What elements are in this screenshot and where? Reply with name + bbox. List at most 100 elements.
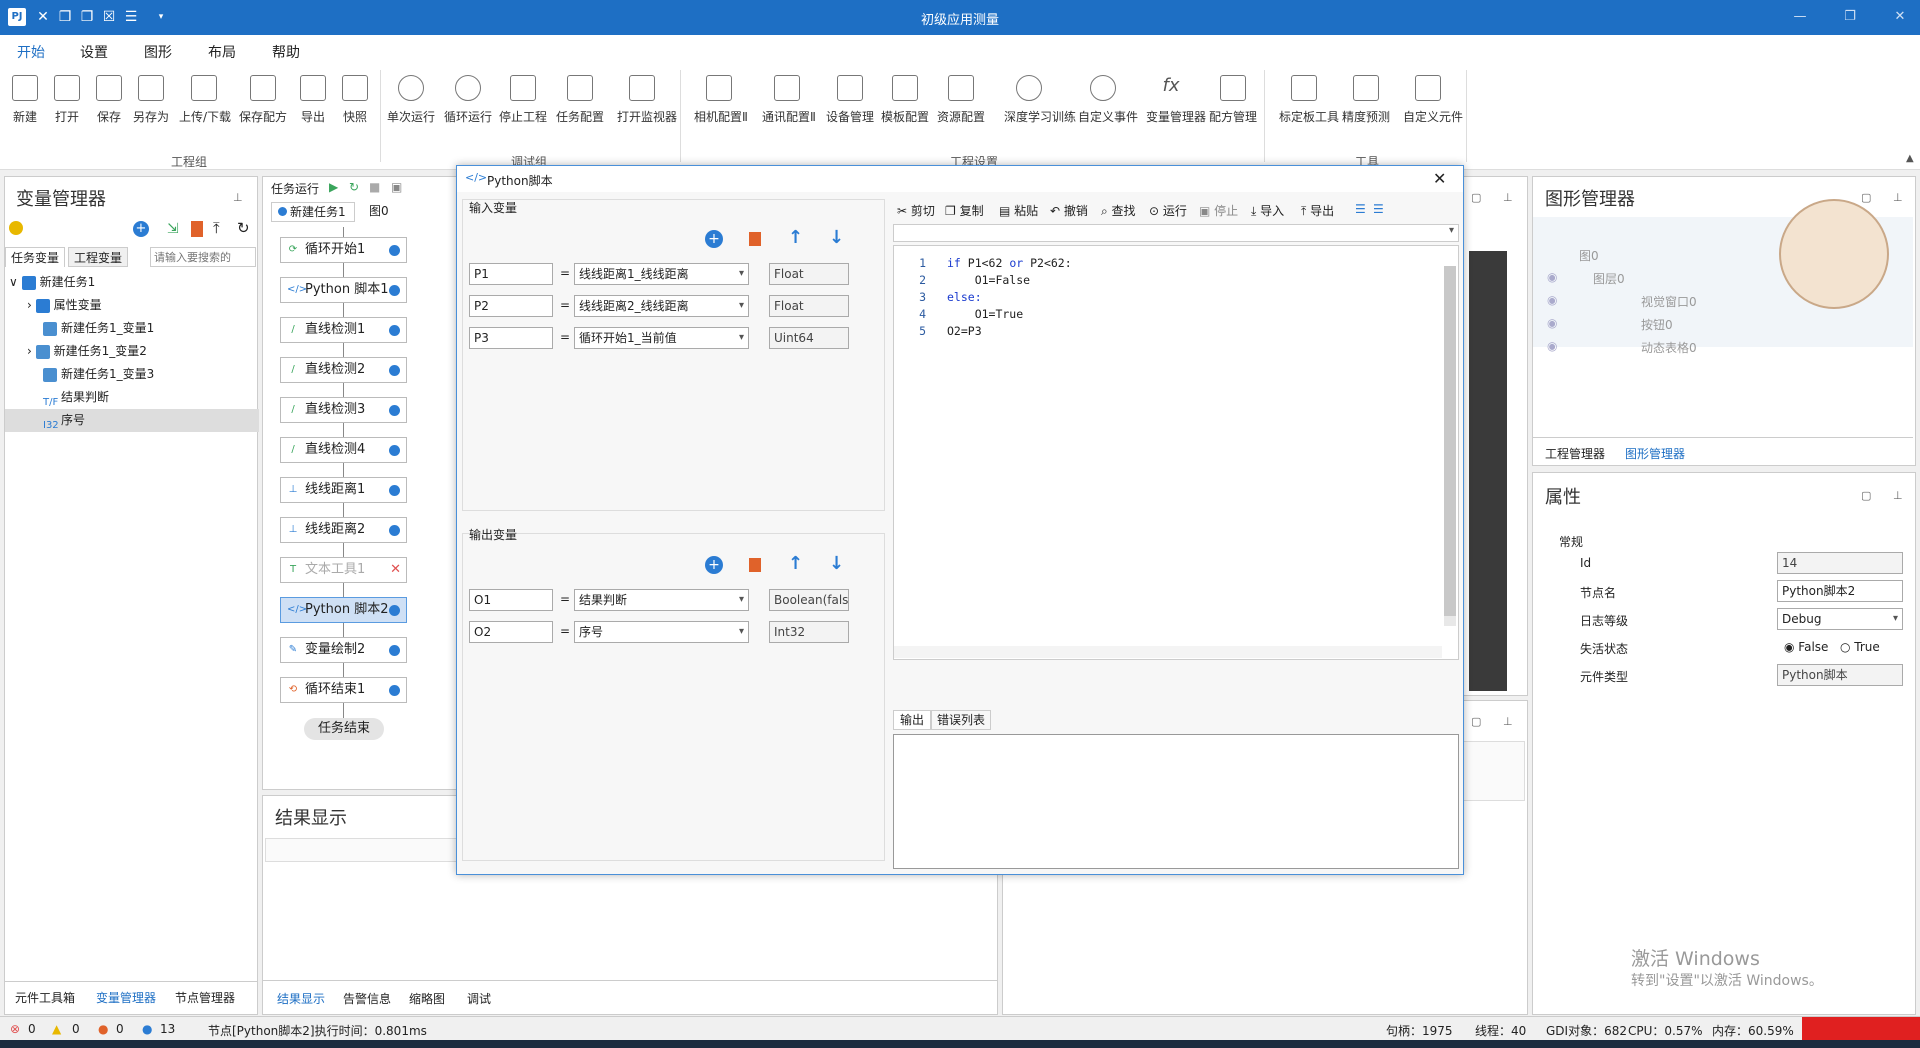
restore-icon[interactable]: ❐ <box>1835 6 1865 28</box>
add-icon[interactable]: + <box>133 221 149 237</box>
node-loop-start[interactable]: ⟳ 循环开始1 <box>280 237 407 263</box>
menu-help[interactable]: 帮助 <box>272 42 300 62</box>
upload-icon[interactable]: ⤒ <box>213 219 220 237</box>
close-icon[interactable]: ✕ <box>1885 6 1915 28</box>
prop-id-field[interactable]: 14 <box>1777 552 1903 574</box>
node-loop-end[interactable]: ⟲ 循环结束1 <box>280 677 407 703</box>
input-source-p2[interactable]: 线线距离2_线线距离 <box>574 295 749 317</box>
tab-graph0[interactable]: 图0 <box>363 202 393 222</box>
node-line2[interactable]: / 直线检测2 <box>280 357 407 383</box>
input-source-p1[interactable]: 线线距离1_线线距离 <box>574 263 749 285</box>
move-down-icon[interactable]: ↓ <box>829 553 844 574</box>
run-button[interactable]: ⊙ 运行 <box>1149 202 1187 219</box>
tree-item-var3[interactable]: 新建任务1_变量3 <box>5 363 259 386</box>
horizontal-scrollbar[interactable] <box>894 646 1442 658</box>
open-monitor-button[interactable]: 打开监视器 <box>617 75 677 125</box>
pin-icon[interactable]: ⊥ <box>1503 715 1513 728</box>
tab-node-manager[interactable]: 节点管理器 <box>175 989 235 1006</box>
move-up-icon[interactable]: ↑ <box>788 227 803 248</box>
device-manage-button[interactable]: 设备管理 <box>825 75 875 125</box>
snapshot-button[interactable]: 快照 <box>330 75 380 125</box>
graph-tree-2[interactable]: 视觉窗口0 <box>1641 293 1697 310</box>
tab-results[interactable]: 结果显示 <box>277 990 325 1007</box>
move-down-icon[interactable]: ↓ <box>829 227 844 248</box>
tab-task1[interactable]: 新建任务1 <box>271 202 355 222</box>
graph-tree-0[interactable]: 图0 <box>1579 247 1599 264</box>
tree-item-sequence[interactable]: I32 序号 <box>5 409 259 432</box>
node-dist2[interactable]: ⊥ 线线距离2 <box>280 517 407 543</box>
pin-icon[interactable]: ⊥ <box>233 191 243 204</box>
eye-icon[interactable]: ◉ <box>1547 293 1557 307</box>
collapse-ribbon-icon[interactable]: ▲ <box>1906 153 1914 164</box>
stop-project-button[interactable]: 停止工程 <box>498 75 548 125</box>
tab-error-list[interactable]: 错误列表 <box>931 710 991 730</box>
dialog-close-icon[interactable]: ✕ <box>1433 169 1446 188</box>
maximize-icon[interactable]: ▢ <box>1471 191 1481 204</box>
output-name-o1[interactable]: O1 <box>469 589 553 611</box>
output-target-o2[interactable]: 序号 <box>574 621 749 643</box>
minimize-icon[interactable]: — <box>1785 6 1815 28</box>
image-canvas[interactable] <box>1469 251 1507 691</box>
input-name-p3[interactable]: P3 <box>469 327 553 349</box>
node-python2[interactable]: </> Python 脚本2 <box>280 597 407 623</box>
history-icon[interactable]: ↻ <box>237 219 250 237</box>
save-recipe-button[interactable]: 保存配方 <box>238 75 288 125</box>
upload-download-button[interactable]: 上传/下载 <box>179 75 231 125</box>
recipe-manage-button[interactable]: 配方管理 <box>1208 75 1258 125</box>
radio-false[interactable]: ◉ False <box>1784 640 1828 654</box>
find-button[interactable]: ⌕ 查找 <box>1101 202 1136 219</box>
graph-tree-3[interactable]: 按钮0 <box>1641 316 1673 333</box>
menu-settings[interactable]: 设置 <box>80 42 108 62</box>
tab-graphics-manager[interactable]: 图形管理器 <box>1625 445 1685 462</box>
custom-event-button[interactable]: 自定义事件 <box>1078 75 1138 125</box>
calib-board-button[interactable]: 标定板工具 <box>1279 75 1339 125</box>
pin-icon[interactable]: ⊥ <box>1503 191 1513 204</box>
camera-config-button[interactable]: 相机配置Ⅱ <box>694 75 748 125</box>
tree-item-attr-vars[interactable]: › 属性变量 <box>5 294 259 317</box>
monitor-small-icon[interactable]: ▣ <box>391 180 402 194</box>
settings-icon[interactable] <box>9 221 23 235</box>
maximize-icon[interactable]: ▢ <box>1861 489 1871 502</box>
tree-item-var1[interactable]: 新建任务1_变量1 <box>5 317 259 340</box>
input-name-p2[interactable]: P2 <box>469 295 553 317</box>
delete-output-icon[interactable] <box>749 558 761 572</box>
pin-icon[interactable]: ⊥ <box>1893 191 1903 204</box>
loop-icon[interactable]: ↻ <box>349 180 359 194</box>
tab-thumbnails[interactable]: 缩略图 <box>409 990 445 1007</box>
eye-icon[interactable]: ◉ <box>1547 270 1557 284</box>
resource-config-button[interactable]: 资源配置 <box>936 75 986 125</box>
add-input-icon[interactable]: + <box>705 230 723 248</box>
tab-output[interactable]: 输出 <box>893 710 931 730</box>
tab-task-vars[interactable]: 任务变量 <box>5 247 65 267</box>
node-line1[interactable]: / 直线检测1 <box>280 317 407 343</box>
graph-tree-1[interactable]: 图层0 <box>1593 270 1625 287</box>
delete-icon[interactable] <box>191 221 203 237</box>
tree-item-var2[interactable]: › 新建任务1_变量2 <box>5 340 259 363</box>
eye-icon[interactable]: ◉ <box>1547 339 1557 353</box>
copy-button[interactable]: ❐ 复制 <box>945 202 984 219</box>
deep-learning-button[interactable]: 深度学习训练 <box>1004 75 1076 125</box>
input-name-p1[interactable]: P1 <box>469 263 553 285</box>
tab-var-manager[interactable]: 变量管理器 <box>96 989 156 1006</box>
cut-button[interactable]: ✂ 剪切 <box>897 202 935 219</box>
prop-type-field[interactable]: Python脚本 <box>1777 664 1903 686</box>
menu-start[interactable]: 开始 <box>17 42 45 67</box>
custom-component-button[interactable]: 自定义元件 <box>1403 75 1463 125</box>
tree-item-task[interactable]: ∨ 新建任务1 <box>5 271 259 294</box>
single-run-button[interactable]: 单次运行 <box>386 75 436 125</box>
node-line3[interactable]: / 直线检测3 <box>280 397 407 423</box>
menu-layout[interactable]: 布局 <box>208 42 236 62</box>
tab-toolbox[interactable]: 元件工具箱 <box>15 989 75 1006</box>
export-button[interactable]: ⤒ 导出 <box>1301 202 1334 219</box>
tree-item-result-judge[interactable]: T/F 结果判断 <box>5 386 259 409</box>
function-dropdown[interactable] <box>893 224 1459 242</box>
import-button[interactable]: ⤓ 导入 <box>1251 202 1284 219</box>
output-console[interactable] <box>893 734 1459 869</box>
prop-log-select[interactable]: Debug <box>1777 608 1903 630</box>
tab-project-manager[interactable]: 工程管理器 <box>1545 445 1605 462</box>
node-text1[interactable]: T 文本工具1 ✕ <box>280 557 407 583</box>
menu-graphics[interactable]: 图形 <box>144 42 172 62</box>
add-output-icon[interactable]: + <box>705 556 723 574</box>
node-dist1[interactable]: ⊥ 线线距离1 <box>280 477 407 503</box>
template-config-button[interactable]: 模板配置 <box>880 75 930 125</box>
